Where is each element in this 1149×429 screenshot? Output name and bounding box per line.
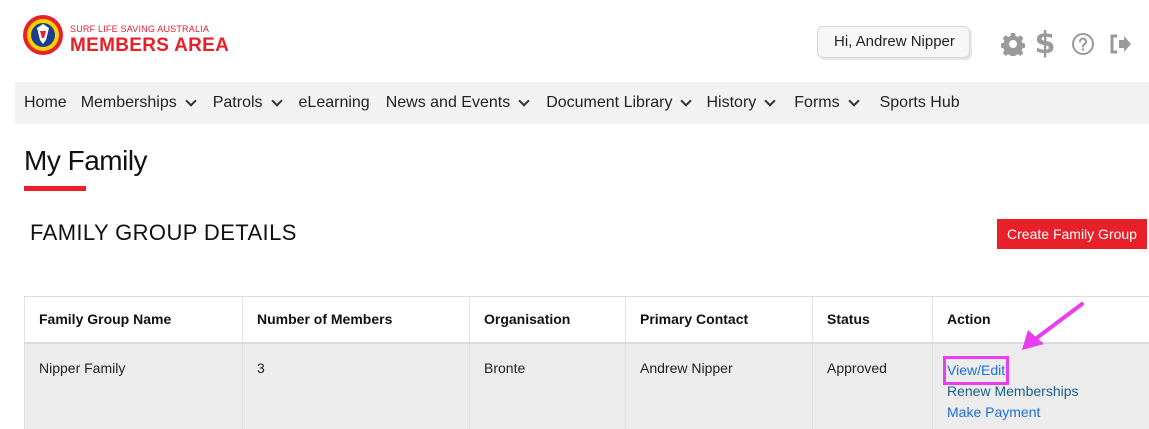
annotation-arrow-icon xyxy=(1022,302,1084,350)
column-header: Status xyxy=(812,296,933,344)
nav-item-sports-hub[interactable]: Sports Hub xyxy=(880,94,960,112)
nav-item-home[interactable]: Home xyxy=(24,94,67,112)
section-title: FAMILY GROUP DETAILS xyxy=(30,220,297,245)
view-edit-link[interactable]: View/Edit xyxy=(942,355,1010,385)
column-header: Primary Contact xyxy=(625,296,813,344)
brand-subtitle: SURF LIFE SAVING AUSTRALIA xyxy=(70,24,210,34)
nav-item-patrols[interactable]: Patrols xyxy=(212,94,283,112)
nav-item-history[interactable]: History xyxy=(706,94,776,112)
column-header: Family Group Name xyxy=(24,296,243,344)
family-group-table: Family Group Name Number of Members Orga… xyxy=(24,296,1149,429)
renew-memberships-link[interactable]: Renew Memberships xyxy=(947,381,1149,402)
surf-life-saving-logo[interactable] xyxy=(22,14,64,56)
nav-item-label: Sports Hub xyxy=(879,94,960,111)
help-icon[interactable] xyxy=(1069,30,1097,58)
header: SURF LIFE SAVING AUSTRALIA MEMBERS AREA … xyxy=(0,0,1149,86)
nav-item-news-and-events[interactable]: News and Events xyxy=(385,94,530,112)
nav-item-label: Home xyxy=(24,94,67,111)
nav-item-label: History xyxy=(706,94,757,111)
organisation: Bronte xyxy=(469,342,626,429)
nav-item-label: eLearning xyxy=(298,94,370,111)
nav-item-label: Document Library xyxy=(546,94,673,111)
gear-icon[interactable] xyxy=(999,30,1027,58)
column-header: Organisation xyxy=(469,296,626,344)
user-greeting[interactable]: Hi, Andrew Nipper xyxy=(817,26,970,58)
page-title: My Family xyxy=(24,145,148,176)
nav-item-label: Patrols xyxy=(212,94,263,111)
create-family-group-button[interactable]: Create Family Group xyxy=(997,219,1147,249)
nav-item-label: News and Events xyxy=(385,94,511,111)
chevron-down-icon xyxy=(185,94,197,107)
table-row: Nipper Family 3 Bronte Andrew Nipper App… xyxy=(24,342,1149,429)
nav-item-document-library[interactable]: Document Library xyxy=(546,94,693,112)
status: Approved xyxy=(812,342,933,429)
family-group-name: Nipper Family xyxy=(24,342,243,429)
chevron-down-icon xyxy=(680,94,693,107)
chevron-down-icon xyxy=(270,94,283,107)
nav-item-forms[interactable]: Forms xyxy=(794,94,860,112)
column-header: Number of Members xyxy=(242,296,470,344)
nav-item-memberships[interactable]: Memberships xyxy=(80,94,197,112)
number-of-members: 3 xyxy=(242,342,470,429)
brand-title: MEMBERS AREA xyxy=(70,35,230,56)
main-nav: Home Memberships Patrols eLearning News and … xyxy=(15,82,1149,124)
table-header-row: Family Group Name Number of Members Orga… xyxy=(24,296,1149,344)
make-payment-link[interactable]: Make Payment xyxy=(947,402,1149,423)
chevron-down-icon xyxy=(518,94,530,107)
logout-icon[interactable] xyxy=(1108,30,1132,58)
chevron-down-icon xyxy=(847,94,860,107)
nav-item-label: Memberships xyxy=(80,94,177,111)
chevron-down-icon xyxy=(764,94,776,107)
nav-item-label: Forms xyxy=(794,94,840,111)
nav-item-elearning[interactable]: eLearning xyxy=(299,94,370,112)
title-underline xyxy=(24,186,86,191)
primary-contact: Andrew Nipper xyxy=(625,342,813,429)
dollar-icon[interactable]: $ xyxy=(1034,29,1056,59)
